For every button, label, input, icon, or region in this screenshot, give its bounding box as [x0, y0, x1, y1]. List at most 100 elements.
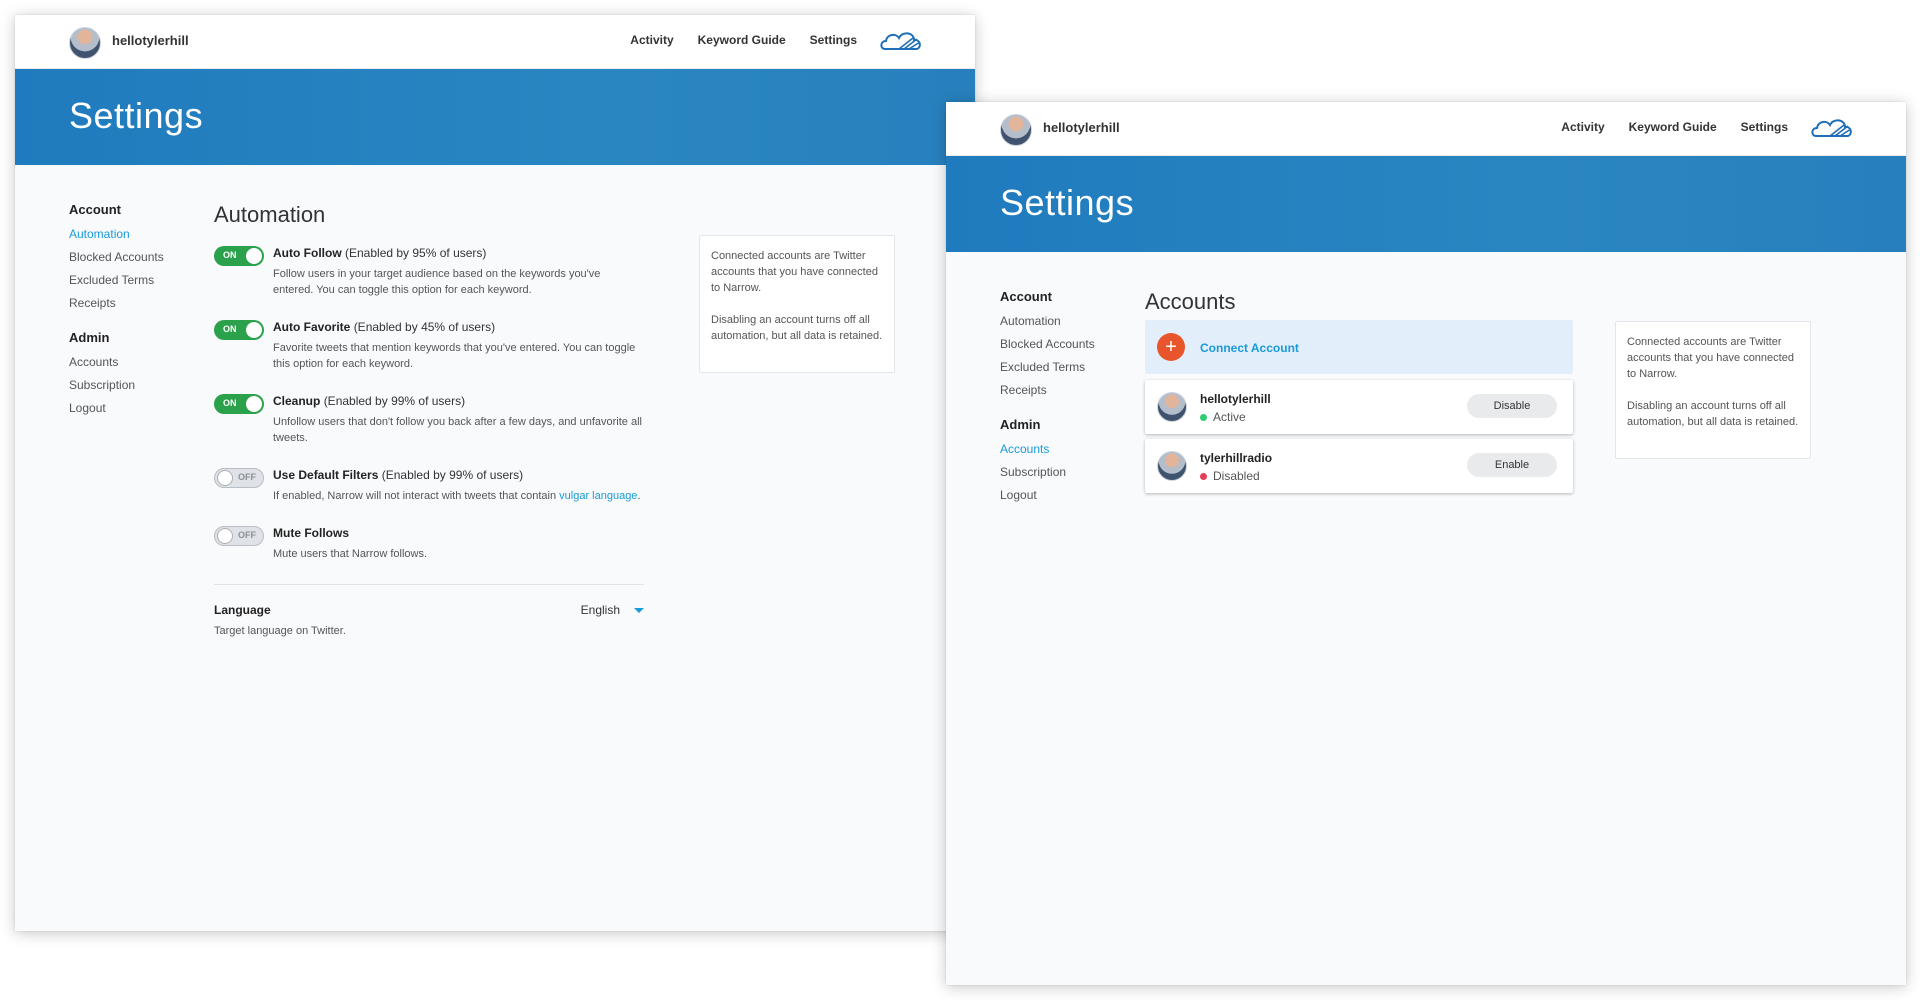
account-name: hellotylerhill	[1200, 392, 1271, 406]
status-dot-icon	[1200, 414, 1207, 422]
info-box: Connected accounts are Twitter accounts …	[1615, 321, 1811, 459]
status-text: Disabled	[1213, 469, 1260, 483]
toggle-knob	[246, 322, 262, 338]
toggle-knob	[217, 528, 233, 544]
connect-account-button[interactable]: + Connect Account	[1145, 320, 1573, 374]
setting-title: Auto Favorite	[273, 320, 351, 334]
setting-cleanup: ON Cleanup (Enabled by 99% of users) Unf…	[214, 394, 644, 446]
nav-keyword-guide[interactable]: Keyword Guide	[698, 33, 786, 47]
setting-auto-favorite: ON Auto Favorite (Enabled by 45% of user…	[214, 320, 644, 372]
setting-description: Follow users in your target audience bas…	[273, 268, 601, 296]
page-title: Settings	[69, 95, 204, 136]
setting-mute-follows: OFF Mute Follows Mute users that Narrow …	[214, 526, 644, 562]
setting-usage-note: (Enabled by 45% of users)	[353, 320, 496, 334]
settings-sidebar: Account Automation Blocked Accounts Excl…	[1000, 289, 1140, 511]
page-banner: Settings	[15, 69, 975, 165]
setting-default-filters: OFF Use Default Filters (Enabled by 99% …	[214, 468, 644, 504]
sidebar-item-accounts[interactable]: Accounts	[1000, 442, 1140, 456]
language-select[interactable]: English	[581, 603, 644, 617]
info-text: Disabling an account turns off all autom…	[1627, 400, 1799, 428]
toggle-switch[interactable]: ON	[214, 320, 264, 340]
sidebar-heading-account: Account	[69, 202, 121, 217]
setting-title: Mute Follows	[273, 526, 349, 540]
nav-settings[interactable]: Settings	[1741, 120, 1788, 134]
sidebar-item-subscription[interactable]: Subscription	[1000, 465, 1140, 479]
toggle-knob	[246, 396, 262, 412]
toggle-switch[interactable]: OFF	[214, 526, 264, 546]
sidebar-item-logout[interactable]: Logout	[1000, 488, 1140, 502]
disable-button[interactable]: Disable	[1467, 394, 1557, 418]
avatar	[1157, 392, 1187, 422]
settings-window-automation: hellotylerhill Activity Keyword Guide Se…	[15, 15, 975, 931]
page-title: Settings	[1000, 182, 1135, 223]
settings-window-accounts: hellotylerhill Activity Keyword Guide Se…	[946, 102, 1906, 985]
setting-title: Auto Follow	[273, 246, 342, 260]
language-value: English	[580, 603, 620, 617]
account-card: tylerhillradio Disabled Enable	[1145, 439, 1573, 493]
avatar	[1157, 451, 1187, 481]
cloud-logo-icon[interactable]	[879, 27, 923, 55]
status-dot-icon	[1200, 473, 1207, 481]
toggle-switch[interactable]: ON	[214, 394, 264, 414]
main-nav: Activity Keyword Guide Settings	[1561, 120, 1788, 134]
plus-icon: +	[1157, 333, 1185, 361]
cloud-logo-icon[interactable]	[1810, 114, 1854, 142]
nav-activity[interactable]: Activity	[1561, 120, 1604, 134]
top-nav-bar: hellotylerhill Activity Keyword Guide Se…	[15, 15, 975, 69]
avatar[interactable]	[69, 27, 101, 59]
sidebar-heading-account: Account	[1000, 289, 1052, 304]
sidebar-item-receipts[interactable]: Receipts	[69, 296, 209, 310]
info-text: Connected accounts are Twitter accounts …	[711, 250, 878, 294]
description-text: If enabled, Narrow will not interact wit…	[273, 490, 560, 502]
setting-title: Use Default Filters	[273, 468, 379, 482]
nav-settings[interactable]: Settings	[810, 33, 857, 47]
setting-description: Unfollow users that don't follow you bac…	[273, 416, 642, 444]
sidebar-heading-admin: Admin	[69, 330, 110, 345]
info-box: Connected accounts are Twitter accounts …	[699, 235, 895, 373]
sidebar-item-automation[interactable]: Automation	[69, 227, 209, 241]
sidebar-item-excluded-terms[interactable]: Excluded Terms	[1000, 360, 1140, 374]
toggle-state-label: ON	[223, 250, 237, 260]
username[interactable]: hellotylerhill	[1043, 120, 1120, 135]
vulgar-language-link[interactable]: vulgar language	[559, 490, 637, 502]
connect-account-label: Connect Account	[1200, 341, 1299, 355]
nav-keyword-guide[interactable]: Keyword Guide	[1629, 120, 1717, 134]
setting-description: If enabled, Narrow will not interact wit…	[273, 488, 643, 504]
enable-button[interactable]: Enable	[1467, 453, 1557, 477]
sidebar-item-accounts[interactable]: Accounts	[69, 355, 209, 369]
automation-panel: Automation ON Auto Follow (Enabled by 95…	[214, 202, 644, 643]
setting-description: Favorite tweets that mention keywords th…	[273, 342, 636, 370]
setting-description: Mute users that Narrow follows.	[273, 548, 428, 560]
section-title: Automation	[214, 202, 326, 227]
sidebar-item-subscription[interactable]: Subscription	[69, 378, 209, 392]
toggle-switch[interactable]: ON	[214, 246, 264, 266]
language-setting: Language Target language on Twitter. Eng…	[214, 603, 644, 643]
avatar[interactable]	[1000, 114, 1032, 146]
language-description: Target language on Twitter.	[214, 625, 346, 637]
toggle-state-label: OFF	[238, 530, 256, 540]
account-status: Disabled	[1200, 469, 1260, 483]
setting-usage-note: (Enabled by 95% of users)	[345, 246, 487, 260]
info-text: Disabling an account turns off all autom…	[711, 314, 883, 342]
toggle-state-label: ON	[223, 398, 237, 408]
section-title: Accounts	[1145, 289, 1236, 314]
sidebar-item-logout[interactable]: Logout	[69, 401, 209, 415]
settings-sidebar: Account Automation Blocked Accounts Excl…	[69, 202, 209, 424]
sidebar-item-automation[interactable]: Automation	[1000, 314, 1140, 328]
status-text: Active	[1213, 410, 1246, 424]
sidebar-item-blocked-accounts[interactable]: Blocked Accounts	[1000, 337, 1140, 351]
toggle-switch[interactable]: OFF	[214, 468, 264, 488]
setting-usage-note: (Enabled by 99% of users)	[381, 468, 524, 482]
nav-activity[interactable]: Activity	[630, 33, 673, 47]
sidebar-item-excluded-terms[interactable]: Excluded Terms	[69, 273, 209, 287]
sidebar-item-receipts[interactable]: Receipts	[1000, 383, 1140, 397]
main-nav: Activity Keyword Guide Settings	[630, 33, 857, 47]
info-text: Connected accounts are Twitter accounts …	[1627, 336, 1794, 380]
language-label: Language	[214, 603, 271, 617]
setting-title: Cleanup	[273, 394, 321, 408]
setting-usage-note: (Enabled by 99% of users)	[323, 394, 466, 408]
sidebar-item-blocked-accounts[interactable]: Blocked Accounts	[69, 250, 209, 264]
username[interactable]: hellotylerhill	[112, 33, 189, 48]
toggle-state-label: ON	[223, 324, 237, 334]
toggle-state-label: OFF	[238, 472, 256, 482]
